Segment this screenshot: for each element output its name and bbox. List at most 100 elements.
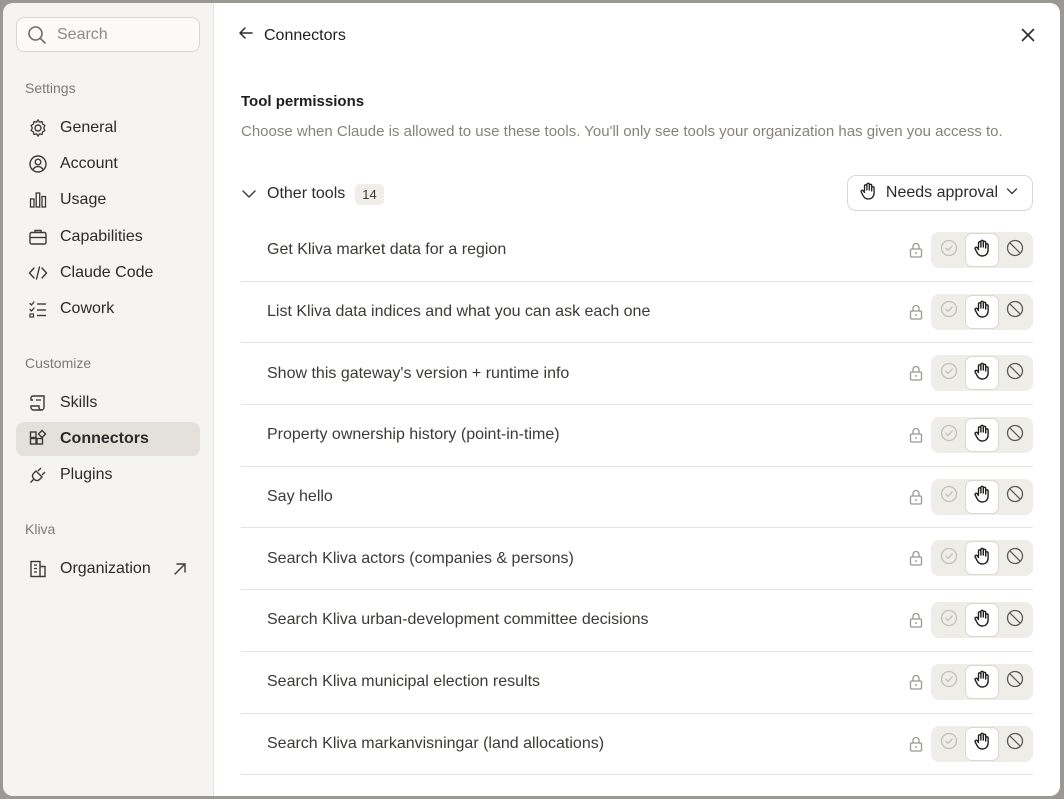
tool-name: Property ownership history (point-in-tim… [267,426,560,444]
group-name: Other tools [267,185,346,202]
sidebar-item-skills[interactable]: Skills [16,386,200,420]
building-icon [16,559,60,579]
section-label-settings: Settings [25,80,76,96]
tool-name: Get Kliva market data for a region [267,241,507,259]
tool-name: Search Kliva urban-development committee… [267,611,649,629]
lock-icon [909,612,923,633]
always-allow-button[interactable] [933,542,966,574]
sidebar-item-usage[interactable]: Usage [16,183,200,217]
lock-icon [909,427,923,448]
lock-icon [909,736,923,757]
code-icon [16,263,60,283]
chevron-down-icon[interactable] [241,186,267,202]
needs-approval-button[interactable] [965,357,999,390]
close-button[interactable] [1018,25,1038,45]
close-icon [1018,28,1038,49]
hand-icon [972,238,992,263]
connectors-icon [16,429,60,449]
lock-icon [909,242,923,263]
always-allow-button[interactable] [933,481,966,513]
main-panel: Connectors Tool permissions Choose when … [214,3,1060,796]
tool-name: Show this gateway's version + runtime in… [267,364,570,382]
permission-toggle [931,663,1033,700]
sidebar: Search Settings General Account Usage Ca… [3,3,214,796]
sidebar-item-label: Capabilities [60,228,143,245]
search-box[interactable]: Search [16,17,200,52]
tool-row: Get Kliva market data for a region [241,220,1033,282]
block-button[interactable] [998,542,1031,574]
permission-toggle [931,602,1033,639]
hand-icon [972,299,992,324]
sidebar-item-label: Plugins [60,466,113,483]
sidebar-item-capabilities[interactable]: Capabilities [16,220,200,254]
sidebar-item-general[interactable]: General [16,111,200,145]
sidebar-item-organization[interactable]: Organization [16,552,200,586]
block-button[interactable] [998,666,1031,698]
plug-icon [16,465,60,485]
needs-approval-button[interactable] [965,419,999,452]
block-button[interactable] [998,357,1031,389]
tool-row: Property ownership history (point-in-tim… [241,405,1033,467]
sidebar-item-label: Organization [60,560,151,577]
block-icon [1006,362,1024,385]
always-allow-button[interactable] [933,296,966,328]
needs-approval-button[interactable] [965,295,999,328]
lock-icon [909,674,923,695]
needs-approval-button[interactable] [965,234,999,266]
needs-approval-button[interactable] [965,665,999,698]
count-badge: 14 [355,183,384,205]
permission-toggle [931,417,1033,454]
sidebar-item-account[interactable]: Account [16,147,200,181]
tool-group-header[interactable]: Other tools 14 Needs approval [241,175,1033,213]
block-button[interactable] [998,234,1031,266]
block-button[interactable] [998,296,1031,328]
search-input[interactable]: Search [57,26,108,44]
tool-list: Get Kliva market data for a region List K… [241,220,1033,776]
sidebar-item-label: Cowork [60,300,115,317]
needs-approval-button[interactable] [965,604,999,637]
bar-chart-icon [16,190,60,210]
permission-toggle [931,232,1033,268]
needs-approval-button[interactable] [965,542,999,575]
block-button[interactable] [998,481,1031,513]
hand-icon [858,181,878,206]
chevron-down-icon [1006,184,1018,202]
needs-approval-button[interactable] [965,727,999,760]
tool-row: Search Kliva markanvisningar (land alloc… [241,714,1033,776]
tool-name: Search Kliva actors (companies & persons… [267,549,574,567]
block-button[interactable] [998,419,1031,451]
sidebar-item-claude-code[interactable]: Claude Code [16,256,200,290]
checklist-icon [16,299,60,319]
sidebar-item-cowork[interactable]: Cowork [16,292,200,326]
gear-icon [16,118,60,138]
sidebar-item-connectors[interactable]: Connectors [16,422,200,456]
always-allow-button[interactable] [933,234,966,266]
sidebar-item-label: Claude Code [60,264,154,281]
block-button[interactable] [998,728,1031,760]
block-button[interactable] [998,604,1031,636]
needs-approval-button[interactable] [965,480,999,513]
hand-icon [972,546,992,571]
sidebar-item-plugins[interactable]: Plugins [16,458,200,492]
back-arrow-icon[interactable] [238,25,254,46]
breadcrumb: Connectors [238,25,346,46]
tool-row: Search Kliva actors (companies & persons… [241,528,1033,591]
block-icon [1006,609,1024,632]
always-allow-button[interactable] [933,357,966,389]
sidebar-item-label: General [60,119,117,136]
check-circle-icon [940,239,958,262]
always-allow-button[interactable] [933,419,966,451]
always-allow-button[interactable] [933,666,966,698]
search-icon [17,25,57,45]
user-circle-icon [16,154,60,174]
tool-row: Say hello [241,467,1033,529]
always-allow-button[interactable] [933,604,966,636]
approval-dropdown[interactable]: Needs approval [846,175,1033,211]
permission-toggle [931,293,1033,330]
tool-name: Search Kliva municipal election results [267,673,541,691]
check-circle-icon [940,485,958,508]
tool-row: Search Kliva urban-development committee… [241,590,1033,652]
hand-icon [972,484,992,509]
always-allow-button[interactable] [933,728,966,760]
check-circle-icon [940,362,958,385]
